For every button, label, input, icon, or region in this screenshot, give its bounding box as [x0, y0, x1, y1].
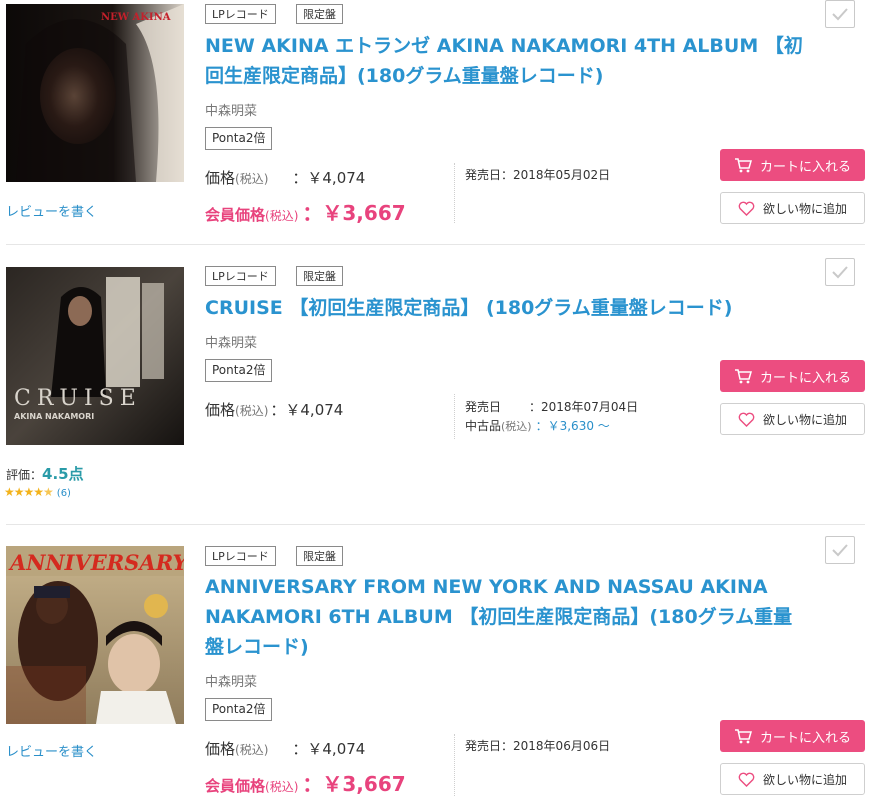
format-tag: LPレコード — [205, 4, 276, 24]
product-title[interactable]: NEW AKINA エトランゼ AKINA NAKAMORI 4TH ALBUM… — [205, 31, 805, 91]
price-label: 価格 — [205, 740, 236, 758]
cover-title-text: NEW AKINA — [101, 12, 171, 23]
price-value: ：￥4,074 — [292, 169, 366, 187]
price-value: ：￥4,074 — [270, 401, 344, 419]
album-cover-art: NEW AKINA — [6, 4, 184, 182]
member-price-label: 会員価格 — [205, 206, 266, 224]
add-to-cart-button[interactable]: カートに入れる — [720, 360, 865, 392]
add-to-wishlist-button[interactable]: 欲しい物に追加 — [720, 192, 865, 224]
artist-name[interactable]: 中森明菜 — [205, 332, 257, 351]
heart-icon — [738, 201, 755, 216]
limited-tag: 限定盤 — [296, 546, 343, 566]
release-date: 発売日：2018年05月02日 — [465, 166, 610, 183]
tax-note: (税込) — [501, 420, 532, 433]
product-item: CRUISE AKINA NAKAMORI 評価：4.5点 ★★★★★ (6) L… — [0, 256, 871, 524]
album-cover-art: ANNIVERSARY — [6, 546, 184, 724]
price-value: ：￥4,074 — [292, 740, 366, 758]
price-row: 価格(税込) ：￥4,074 — [205, 167, 365, 188]
release-date-value: 2018年06月06日 — [513, 739, 611, 753]
star-rating: ★★★★★ (6) — [4, 485, 71, 499]
limited-tag: 限定盤 — [296, 266, 343, 286]
member-price-row: 会員価格(税込) ：￥3,667 — [205, 768, 406, 797]
ponta-badge: Ponta2倍 — [205, 698, 273, 721]
album-cover[interactable]: ANNIVERSARY — [6, 546, 184, 724]
member-price-value: ：￥3,667 — [302, 772, 406, 796]
add-to-wishlist-label: 欲しい物に追加 — [762, 201, 847, 216]
member-price-row: 会員価格(税込) ：￥3,667 — [205, 197, 406, 226]
used-label: 中古品 — [465, 419, 502, 433]
add-to-wishlist-button[interactable]: 欲しい物に追加 — [720, 763, 865, 795]
check-icon — [832, 544, 848, 557]
cover-title-text: CRUISE — [14, 386, 142, 411]
price-label: 価格 — [205, 169, 236, 187]
limited-tag: 限定盤 — [296, 4, 343, 24]
check-icon — [832, 266, 848, 279]
tax-note: (税込) — [235, 404, 269, 418]
release-date-label: 発売日： — [465, 739, 514, 753]
star-icon: ★★★★ — [4, 485, 44, 499]
price-label: 価格 — [205, 401, 236, 419]
add-to-cart-button[interactable]: カートに入れる — [720, 149, 865, 181]
add-to-cart-label: カートに入れる — [759, 370, 851, 386]
release-date: 発売日：2018年06月06日 — [465, 737, 610, 754]
release-date: 発売日 ：2018年07月04日 — [465, 398, 638, 415]
cover-subtitle-text: AKINA NAKAMORI — [14, 412, 94, 421]
release-date-label: 発売日 — [465, 400, 502, 414]
cover-title-text: ANNIVERSARY — [8, 550, 184, 575]
cart-icon — [734, 158, 752, 173]
divider — [454, 734, 455, 796]
ponta-badge: Ponta2倍 — [205, 359, 273, 382]
cart-icon — [734, 729, 752, 744]
add-to-cart-label: カートに入れる — [759, 159, 851, 175]
compare-checkbox[interactable] — [825, 536, 855, 564]
write-review-link[interactable]: レビューを書く — [6, 741, 97, 760]
item-divider — [6, 244, 865, 245]
add-to-cart-button[interactable]: カートに入れる — [720, 720, 865, 752]
cart-icon — [734, 369, 752, 384]
tax-note: (税込) — [235, 743, 269, 757]
review-count[interactable]: (6) — [57, 488, 71, 499]
compare-checkbox[interactable] — [825, 258, 855, 286]
price-row: 価格(税込) ：￥4,074 — [205, 738, 365, 759]
half-star-icon: ★ — [43, 485, 54, 499]
add-to-wishlist-label: 欲しい物に追加 — [762, 412, 847, 427]
compare-checkbox[interactable] — [825, 0, 855, 28]
rating-score: 4.5点 — [42, 465, 84, 483]
release-date-value: 2018年05月02日 — [513, 168, 611, 182]
price-row: 価格(税込) ：￥4,074 — [205, 399, 343, 420]
album-cover[interactable]: NEW AKINA — [6, 4, 184, 182]
ponta-badge: Ponta2倍 — [205, 127, 273, 150]
check-icon — [832, 8, 848, 21]
add-to-cart-label: カートに入れる — [759, 730, 851, 746]
product-item: NEW AKINA レビューを書く LPレコード 限定盤 NEW AKINA エ… — [0, 0, 871, 245]
member-price-label: 会員価格 — [205, 777, 266, 795]
format-tag: LPレコード — [205, 266, 276, 286]
member-price-value: ：￥3,667 — [302, 201, 406, 225]
divider — [454, 394, 455, 439]
artist-name[interactable]: 中森明菜 — [205, 671, 257, 690]
tax-note: (税込) — [265, 780, 299, 794]
item-divider — [6, 524, 865, 525]
divider — [454, 163, 455, 223]
album-cover-art: CRUISE AKINA NAKAMORI — [6, 267, 184, 445]
format-tag: LPレコード — [205, 546, 276, 566]
artist-name[interactable]: 中森明菜 — [205, 100, 257, 119]
heart-icon — [738, 772, 755, 787]
heart-icon — [738, 412, 755, 427]
rating-label: 評価： — [6, 468, 43, 482]
used-price-link[interactable]: ：￥3,630 ～ — [536, 419, 610, 433]
product-title[interactable]: CRUISE 【初回生産限定商品】 (180グラム重量盤レコード) — [205, 293, 805, 323]
tax-note: (税込) — [235, 172, 269, 186]
rating: 評価：4.5点 — [6, 463, 84, 484]
release-date-value: ：2018年07月04日 — [529, 400, 639, 414]
album-cover[interactable]: CRUISE AKINA NAKAMORI — [6, 267, 184, 445]
product-title[interactable]: ANNIVERSARY FROM NEW YORK AND NASSAU AKI… — [205, 572, 805, 662]
add-to-wishlist-button[interactable]: 欲しい物に追加 — [720, 403, 865, 435]
write-review-link[interactable]: レビューを書く — [6, 201, 97, 220]
product-item: ANNIVERSARY レビューを書く LPレコード 限定盤 ANNIVERSA… — [0, 536, 871, 809]
used-price: 中古品(税込) ：￥3,630 ～ — [465, 417, 610, 434]
tax-note: (税込) — [265, 209, 299, 223]
release-date-label: 発売日： — [465, 168, 514, 182]
add-to-wishlist-label: 欲しい物に追加 — [762, 772, 847, 787]
